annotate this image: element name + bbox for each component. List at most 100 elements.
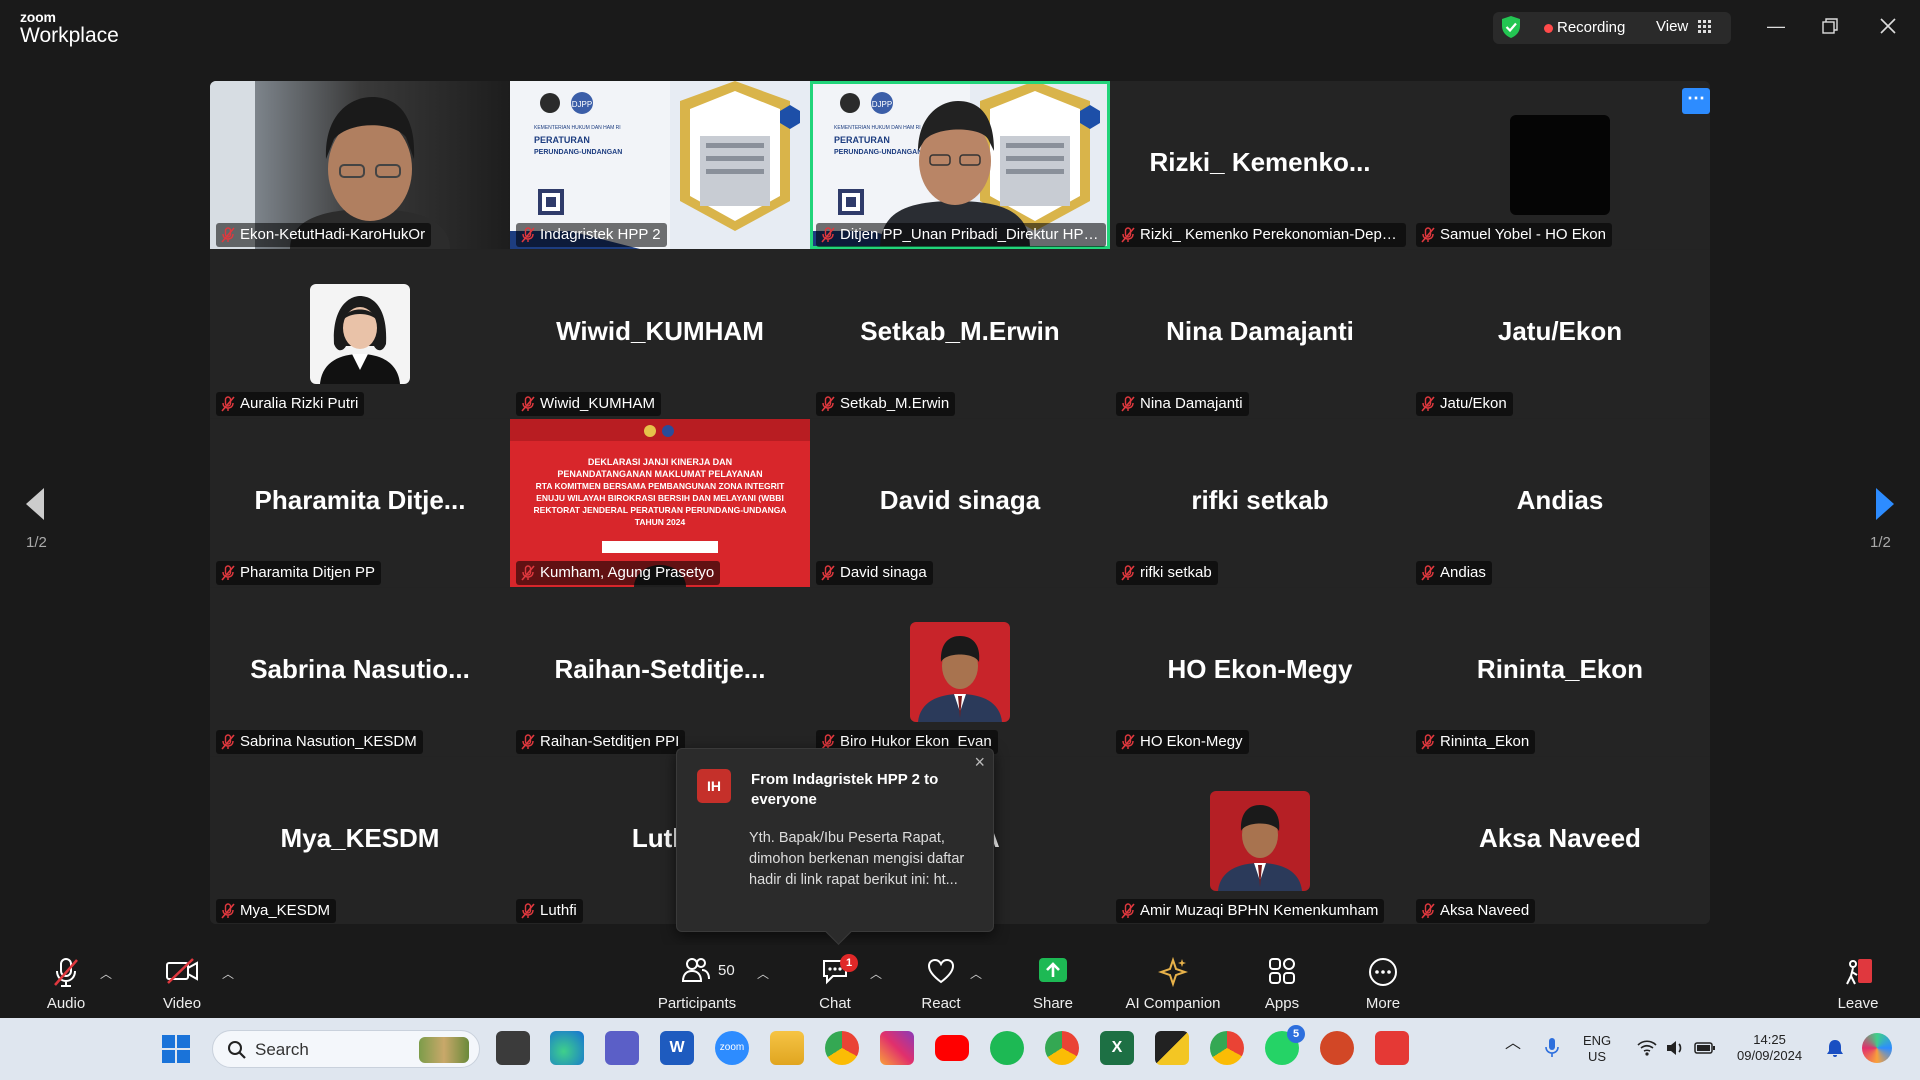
youtube-icon[interactable]	[935, 1035, 969, 1061]
mic-muted-icon	[221, 565, 235, 581]
tray-overflow-icon[interactable]: ︿	[1505, 1036, 1521, 1052]
share-button[interactable]: Share	[1023, 945, 1083, 1018]
windows-start-icon[interactable]	[161, 1034, 191, 1064]
participant-tile[interactable]: Sabrina Nasutio... Sabrina Nasution_KESDM	[210, 588, 510, 756]
teams-icon[interactable]	[605, 1031, 639, 1065]
close-icon[interactable]	[1880, 18, 1896, 34]
zoom-app-icon[interactable]: zoom	[715, 1031, 749, 1065]
participant-name: Amir Muzaqi BPHN Kemenkumham	[1140, 902, 1379, 919]
taskbar-search-box[interactable]: Search	[212, 1030, 480, 1068]
participant-tile[interactable]: DJPP KEMENTERIAN HUKUM DAN HAM RI PERATURA…	[810, 81, 1110, 249]
mic-muted-icon	[521, 903, 535, 919]
participant-tile[interactable]: rifki setkab rifki setkab	[1110, 419, 1410, 587]
next-page-icon[interactable]	[1870, 484, 1900, 524]
language-indicator[interactable]: ENG US	[1583, 1033, 1611, 1065]
participant-tile[interactable]: HO Ekon-Megy HO Ekon-Megy	[1110, 588, 1410, 756]
gallery-more-button[interactable]: ⋯	[1682, 88, 1710, 114]
participants-button[interactable]: 50 Participants	[652, 945, 742, 1018]
grid-icon[interactable]	[1698, 20, 1711, 33]
participant-tile[interactable]: DJPP KEMENTERIAN HUKUM DAN HAM RI PERATURA…	[510, 81, 810, 249]
chat-notification[interactable]: IH From Indagristek HPP 2 to everyone Yt…	[676, 748, 994, 932]
ai-companion-button[interactable]: AI Companion	[1118, 945, 1228, 1018]
shield-icon[interactable]	[1501, 15, 1521, 39]
recording-label[interactable]: Recording	[1557, 19, 1625, 36]
participant-tile[interactable]: Pharamita Ditje... Pharamita Ditjen PP	[210, 419, 510, 587]
participants-options-caret[interactable]: ︿	[757, 965, 769, 982]
participant-tile[interactable]: Auralia Rizki Putri	[210, 250, 510, 418]
participant-tile[interactable]: Mya_KESDM Mya_KESDM	[210, 757, 510, 924]
svg-text:PERATURAN: PERATURAN	[534, 135, 590, 145]
participant-display-name: Wiwid_KUMHAM	[556, 316, 764, 346]
participant-display-name: rifki setkab	[1191, 485, 1329, 515]
sender-avatar: IH	[697, 769, 731, 803]
chat-button[interactable]: 1 Chat	[805, 945, 865, 1018]
participant-tile[interactable]: Raihan-Setditje... Raihan-Setditjen PPI	[510, 588, 810, 756]
excel-icon[interactable]: X	[1100, 1031, 1134, 1065]
mic-muted-icon	[1121, 396, 1135, 412]
chat-notification-body[interactable]: Yth. Bapak/Ibu Peserta Rapat, dimohon be…	[749, 828, 979, 891]
participant-tile[interactable]: Ekon-KetutHadi-KaroHukOr	[210, 81, 510, 249]
chrome-profile-icon[interactable]	[1045, 1031, 1079, 1065]
profile-photo	[310, 284, 410, 384]
powerpoint-icon[interactable]	[1320, 1031, 1354, 1065]
video-options-caret[interactable]: ︿	[222, 965, 234, 982]
mic-muted-icon	[221, 227, 235, 243]
participant-name: Nina Damajanti	[1140, 395, 1243, 412]
copilot-icon[interactable]	[1862, 1033, 1892, 1063]
apps-button[interactable]: Apps	[1252, 945, 1312, 1018]
battery-icon[interactable]	[1694, 1040, 1716, 1056]
participant-display-name: Sabrina Nasutio...	[250, 654, 470, 684]
minimize-icon[interactable]: —	[1764, 14, 1788, 38]
participant-tile[interactable]: Andias Andias	[1410, 419, 1710, 587]
chat-options-caret[interactable]: ︿	[870, 965, 882, 982]
participant-display-name: David sinaga	[879, 485, 1041, 515]
audio-button[interactable]: Audio	[36, 945, 96, 1018]
audio-options-caret[interactable]: ︿	[100, 965, 112, 982]
participant-tile[interactable]: David sinaga David sinaga	[810, 419, 1110, 587]
instagram-icon[interactable]	[880, 1031, 914, 1065]
react-button[interactable]: React	[911, 945, 971, 1018]
participant-tile[interactable]: Rizki_ Kemenko... Rizki_ Kemenko Perekono…	[1110, 81, 1410, 249]
participant-tile[interactable]: Jatu/Ekon Jatu/Ekon	[1410, 250, 1710, 418]
participant-tile[interactable]: Wiwid_KUMHAM Wiwid_KUMHAM	[510, 250, 810, 418]
sticky-notes-icon[interactable]	[1155, 1031, 1189, 1065]
participant-name-label: Ditjen PP_Unan Pribadi_Direktur HPP II	[816, 223, 1106, 247]
participant-name-label: David sinaga	[816, 561, 933, 585]
previous-page-icon[interactable]	[20, 484, 50, 524]
participant-display-name: Rizki_ Kemenko...	[1149, 147, 1371, 177]
participant-tile[interactable]: Setkab_M.Erwin Setkab_M.Erwin	[810, 250, 1110, 418]
participant-tile[interactable]: Aksa Naveed Aksa Naveed	[1410, 757, 1710, 924]
wifi-icon[interactable]	[1637, 1039, 1657, 1057]
apps-icon	[1269, 958, 1295, 984]
participant-tile[interactable]: DEKLARASI JANJI KINERJA DAN PENANDATANGAN…	[510, 419, 810, 587]
pdf-reader-icon[interactable]	[1375, 1031, 1409, 1065]
chrome-profile-2-icon[interactable]	[1210, 1031, 1244, 1065]
spotify-icon[interactable]	[990, 1031, 1024, 1065]
participant-tile[interactable]: Biro Hukor Ekon_Evan	[810, 588, 1110, 756]
leave-button[interactable]: Leave	[1828, 945, 1888, 1018]
participant-display-name: Setkab_M.Erwin	[860, 316, 1060, 346]
edge-browser-icon[interactable]	[550, 1031, 584, 1065]
participant-tile[interactable]: Amir Muzaqi BPHN Kemenkumham	[1110, 757, 1410, 924]
participant-tile[interactable]: Samuel Yobel - HO Ekon	[1410, 81, 1710, 249]
microphone-tray-icon[interactable]	[1544, 1037, 1560, 1059]
word-icon[interactable]: W	[660, 1031, 694, 1065]
more-button[interactable]: More	[1353, 945, 1413, 1018]
file-explorer-icon[interactable]	[770, 1031, 804, 1065]
clock[interactable]: 14:25 09/09/2024	[1737, 1032, 1802, 1064]
participant-name-label: HO Ekon-Megy	[1116, 730, 1249, 754]
view-button[interactable]: View	[1656, 18, 1688, 35]
participant-tile[interactable]: Nina Damajanti Nina Damajanti	[1110, 250, 1410, 418]
react-options-caret[interactable]: ︿	[970, 965, 982, 982]
chrome-icon[interactable]	[825, 1031, 859, 1065]
notification-bell-icon[interactable]	[1826, 1038, 1844, 1058]
mic-muted-icon	[521, 396, 535, 412]
recording-dot-icon	[1544, 24, 1553, 33]
close-notification-icon[interactable]: ×	[974, 752, 985, 773]
video-button[interactable]: Video	[152, 945, 212, 1018]
restore-icon[interactable]	[1822, 18, 1838, 34]
participant-tile[interactable]: Rininta_Ekon Rininta_Ekon	[1410, 588, 1710, 756]
participants-count: 50	[718, 962, 735, 979]
task-view-icon[interactable]	[496, 1031, 530, 1065]
volume-icon[interactable]	[1665, 1039, 1685, 1057]
